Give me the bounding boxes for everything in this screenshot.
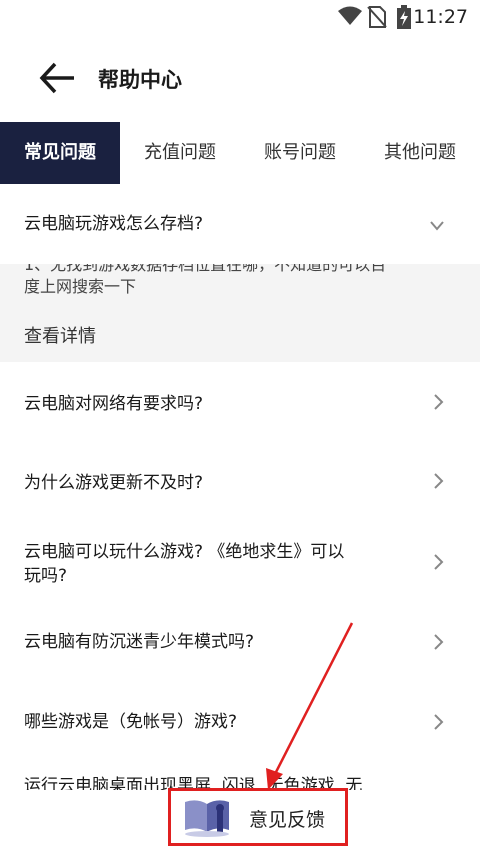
tab-other-questions[interactable]: 其他问题 [360,122,480,184]
feedback-button[interactable]: 意见反馈 [168,788,348,846]
chevron-down-icon [430,216,444,235]
tab-recharge-questions[interactable]: 充值问题 [120,122,240,184]
chevron-right-icon [434,714,444,734]
faq-item[interactable]: 为什么游戏更新不及时? [0,465,480,515]
tab-account-questions[interactable]: 账号问题 [240,122,360,184]
chevron-right-icon [434,554,444,574]
faq-question: 云电脑玩游戏怎么存档? [24,214,204,234]
tab-bar: 常见问题 充值问题 账号问题 其他问题 [0,122,480,184]
header: 帮助中心 [0,34,480,122]
wifi-icon [338,6,362,30]
faq-question: 云电脑有防沉迷青少年模式吗? [24,632,255,652]
status-time: 11:27 [413,6,468,28]
chevron-right-icon [434,394,444,414]
no-sim-icon [367,6,387,32]
back-arrow-icon[interactable] [38,60,78,96]
faq-item[interactable]: 云电脑有防沉迷青少年模式吗? [0,630,480,680]
feedback-icon [179,796,241,844]
tab-common-questions[interactable]: 常见问题 [0,122,120,184]
faq-item[interactable]: 哪些游戏是（免帐号）游戏? [0,710,480,760]
faq-item[interactable]: 云电脑对网络有要求吗? [0,378,480,428]
faq-question: 哪些游戏是（免帐号）游戏? [24,712,238,732]
faq-question: 云电脑对网络有要求吗? [24,394,204,414]
faq-question: 云电脑可以玩什么游戏? 《绝地求生》可以 玩吗? [24,542,345,586]
status-bar: 11:27 [0,0,480,34]
chevron-right-icon [434,634,444,654]
chevron-right-icon [434,473,444,493]
faq-question: 为什么游戏更新不及时? [24,473,204,493]
answer-text: 1、无找到游戏数据存档位置在哪，不知道的可以百 度上网搜索一下 [24,264,387,296]
faq-item-expanded[interactable]: 云电脑玩游戏怎么存档? [0,200,480,250]
view-details-link[interactable]: 查看详情 [24,322,96,348]
answer-panel: 1、无找到游戏数据存档位置在哪，不知道的可以百 度上网搜索一下 查看详情 [0,264,480,362]
page-title: 帮助中心 [98,68,182,92]
battery-charging-icon [397,5,411,33]
feedback-label: 意见反馈 [249,809,326,831]
faq-item[interactable]: 云电脑可以玩什么游戏? 《绝地求生》可以 玩吗? [0,538,480,598]
